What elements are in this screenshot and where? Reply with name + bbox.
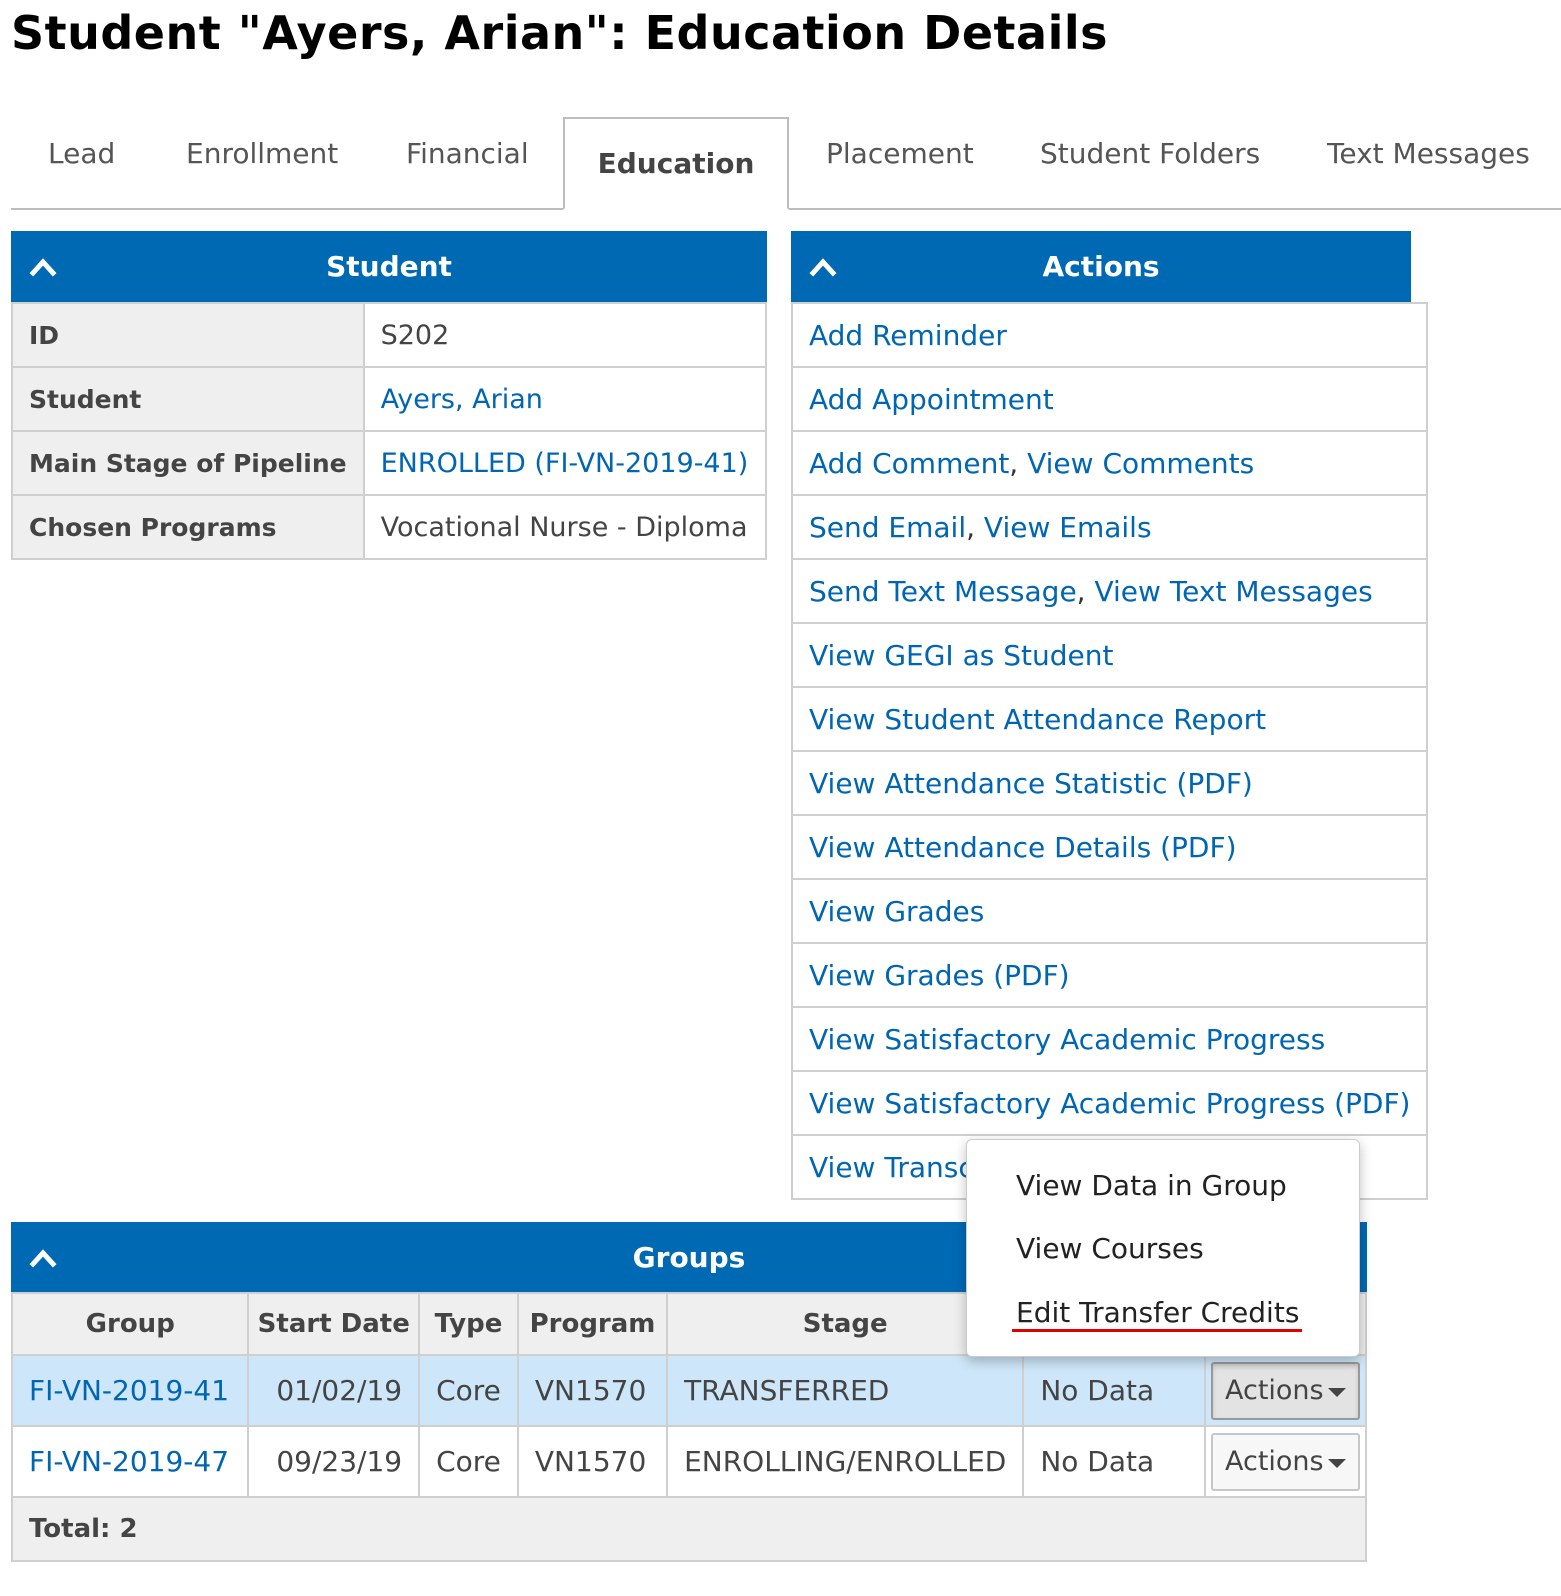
- group-link[interactable]: FI-VN-2019-41: [29, 1374, 229, 1407]
- table-row[interactable]: FI-VN-2019-41 01/02/19 Core VN1570 TRANS…: [10, 1354, 1368, 1427]
- actions-dropdown-menu: View Data in Group View Courses Edit Tra…: [966, 1139, 1360, 1357]
- add-reminder-link[interactable]: Add Reminder: [809, 319, 1007, 352]
- actions-button-label: Actions: [1224, 1375, 1324, 1406]
- highlight-underline: [1012, 1329, 1302, 1332]
- separator: ,: [1009, 446, 1028, 480]
- page-title: Student "Ayers, Arian": Education Detail…: [11, 6, 1108, 60]
- chosen-programs-value: Vocational Nurse - Diploma: [362, 494, 768, 560]
- data-cell: No Data: [1022, 1425, 1206, 1498]
- action-item: Send Email, View Emails: [790, 494, 1429, 560]
- actions-panel: Actions Add Reminder Add Appointment Add…: [790, 231, 1429, 1200]
- group-link[interactable]: FI-VN-2019-47: [29, 1445, 229, 1478]
- total-count: Total: 2: [11, 1496, 1367, 1562]
- separator: ,: [966, 510, 984, 544]
- add-comment-link[interactable]: Add Comment: [809, 447, 1009, 480]
- column-header-type[interactable]: Type: [418, 1292, 519, 1356]
- column-header-start-date[interactable]: Start Date: [247, 1292, 421, 1356]
- view-emails-link[interactable]: View Emails: [984, 511, 1152, 544]
- chevron-up-icon[interactable]: [809, 253, 837, 281]
- view-transcript-link[interactable]: View Transc: [809, 1151, 974, 1184]
- actions-list: Add Reminder Add Appointment Add Comment…: [790, 302, 1429, 1200]
- program-cell: VN1570: [516, 1425, 669, 1498]
- action-item: Add Appointment: [790, 366, 1429, 432]
- send-text-message-link[interactable]: Send Text Message: [809, 575, 1077, 608]
- tab-student-folders[interactable]: Student Folders: [1040, 137, 1260, 170]
- student-row-pipeline: Main Stage of Pipeline ENROLLED (FI-VN-2…: [11, 430, 768, 496]
- separator: ,: [1076, 574, 1095, 608]
- start-date-cell: 01/02/19: [247, 1354, 421, 1427]
- stage-cell: TRANSFERRED: [666, 1354, 1025, 1427]
- type-cell: Core: [418, 1354, 519, 1427]
- view-grades-link[interactable]: View Grades: [809, 895, 984, 928]
- field-label: ID: [11, 302, 365, 368]
- tab-placement[interactable]: Placement: [826, 137, 974, 170]
- student-id-value: S202: [362, 302, 768, 368]
- data-cell: No Data: [1022, 1354, 1206, 1427]
- tab-lead[interactable]: Lead: [48, 137, 115, 170]
- tab-text-messages[interactable]: Text Messages: [1327, 137, 1530, 170]
- groups-panel-title: Groups: [632, 1240, 746, 1274]
- student-panel: Student ID S202 Student Ayers, Arian Mai…: [11, 231, 768, 560]
- field-label: Main Stage of Pipeline: [11, 430, 365, 496]
- tab-bar: Lead Enrollment Financial Education Plac…: [11, 117, 1561, 210]
- action-item: View GEGI as Student: [790, 622, 1429, 688]
- tab-enrollment[interactable]: Enrollment: [186, 137, 338, 170]
- action-item: View Attendance Statistic (PDF): [790, 750, 1429, 816]
- student-row-name: Student Ayers, Arian: [11, 366, 768, 432]
- action-item: View Student Attendance Report: [790, 686, 1429, 752]
- action-item: View Satisfactory Academic Progress (PDF…: [790, 1070, 1429, 1136]
- stage-cell: ENROLLING/ENROLLED: [666, 1425, 1025, 1498]
- pipeline-stage-link[interactable]: ENROLLED (FI-VN-2019-41): [381, 448, 749, 479]
- view-attendance-details-link[interactable]: View Attendance Details (PDF): [809, 831, 1237, 864]
- actions-panel-title: Actions: [1042, 250, 1160, 283]
- menu-item-edit-transfer-credits[interactable]: Edit Transfer Credits: [1016, 1296, 1299, 1329]
- action-item: Add Comment, View Comments: [790, 430, 1429, 496]
- start-date-cell: 09/23/19: [247, 1425, 421, 1498]
- action-item: Add Reminder: [790, 302, 1429, 368]
- student-row-id: ID S202: [11, 302, 768, 368]
- total-row: Total: 2: [11, 1496, 1367, 1562]
- chevron-up-icon[interactable]: [29, 253, 57, 281]
- caret-down-icon: [1327, 1388, 1346, 1397]
- menu-item-view-data-in-group[interactable]: View Data in Group: [1016, 1169, 1287, 1202]
- action-item: View Grades: [790, 878, 1429, 944]
- actions-button-label: Actions: [1224, 1446, 1324, 1477]
- column-header-program[interactable]: Program: [516, 1292, 669, 1356]
- chevron-up-icon[interactable]: [29, 1244, 57, 1272]
- view-sap-link[interactable]: View Satisfactory Academic Progress: [809, 1023, 1325, 1056]
- view-comments-link[interactable]: View Comments: [1027, 447, 1254, 480]
- view-attendance-report-link[interactable]: View Student Attendance Report: [809, 703, 1266, 736]
- field-label: Chosen Programs: [11, 494, 365, 560]
- actions-panel-header: Actions: [791, 231, 1411, 302]
- view-text-messages-link[interactable]: View Text Messages: [1094, 575, 1372, 608]
- action-item: View Attendance Details (PDF): [790, 814, 1429, 880]
- student-info-table: ID S202 Student Ayers, Arian Main Stage …: [11, 302, 768, 560]
- type-cell: Core: [418, 1425, 519, 1498]
- student-panel-title: Student: [326, 250, 452, 283]
- action-item: Send Text Message, View Text Messages: [790, 558, 1429, 624]
- view-attendance-statistic-link[interactable]: View Attendance Statistic (PDF): [809, 767, 1253, 800]
- action-item: View Grades (PDF): [790, 942, 1429, 1008]
- add-appointment-link[interactable]: Add Appointment: [809, 383, 1054, 416]
- tab-financial[interactable]: Financial: [406, 137, 529, 170]
- action-item: View Satisfactory Academic Progress: [790, 1006, 1429, 1072]
- menu-item-view-courses[interactable]: View Courses: [1016, 1232, 1204, 1265]
- view-gegi-link[interactable]: View GEGI as Student: [809, 639, 1113, 672]
- student-row-programs: Chosen Programs Vocational Nurse - Diplo…: [11, 494, 768, 560]
- caret-down-icon: [1327, 1459, 1346, 1468]
- view-grades-pdf-link[interactable]: View Grades (PDF): [809, 959, 1070, 992]
- program-cell: VN1570: [516, 1354, 669, 1427]
- column-header-group[interactable]: Group: [10, 1292, 250, 1356]
- view-sap-pdf-link[interactable]: View Satisfactory Academic Progress (PDF…: [809, 1087, 1410, 1120]
- row-actions-button[interactable]: Actions: [1210, 1432, 1360, 1491]
- row-actions-button[interactable]: Actions: [1210, 1361, 1360, 1420]
- student-name-link[interactable]: Ayers, Arian: [381, 384, 543, 415]
- table-row[interactable]: FI-VN-2019-47 09/23/19 Core VN1570 ENROL…: [10, 1425, 1368, 1498]
- field-label: Student: [11, 366, 365, 432]
- tab-education[interactable]: Education: [563, 117, 789, 210]
- send-email-link[interactable]: Send Email: [809, 511, 966, 544]
- student-panel-header: Student: [11, 231, 767, 302]
